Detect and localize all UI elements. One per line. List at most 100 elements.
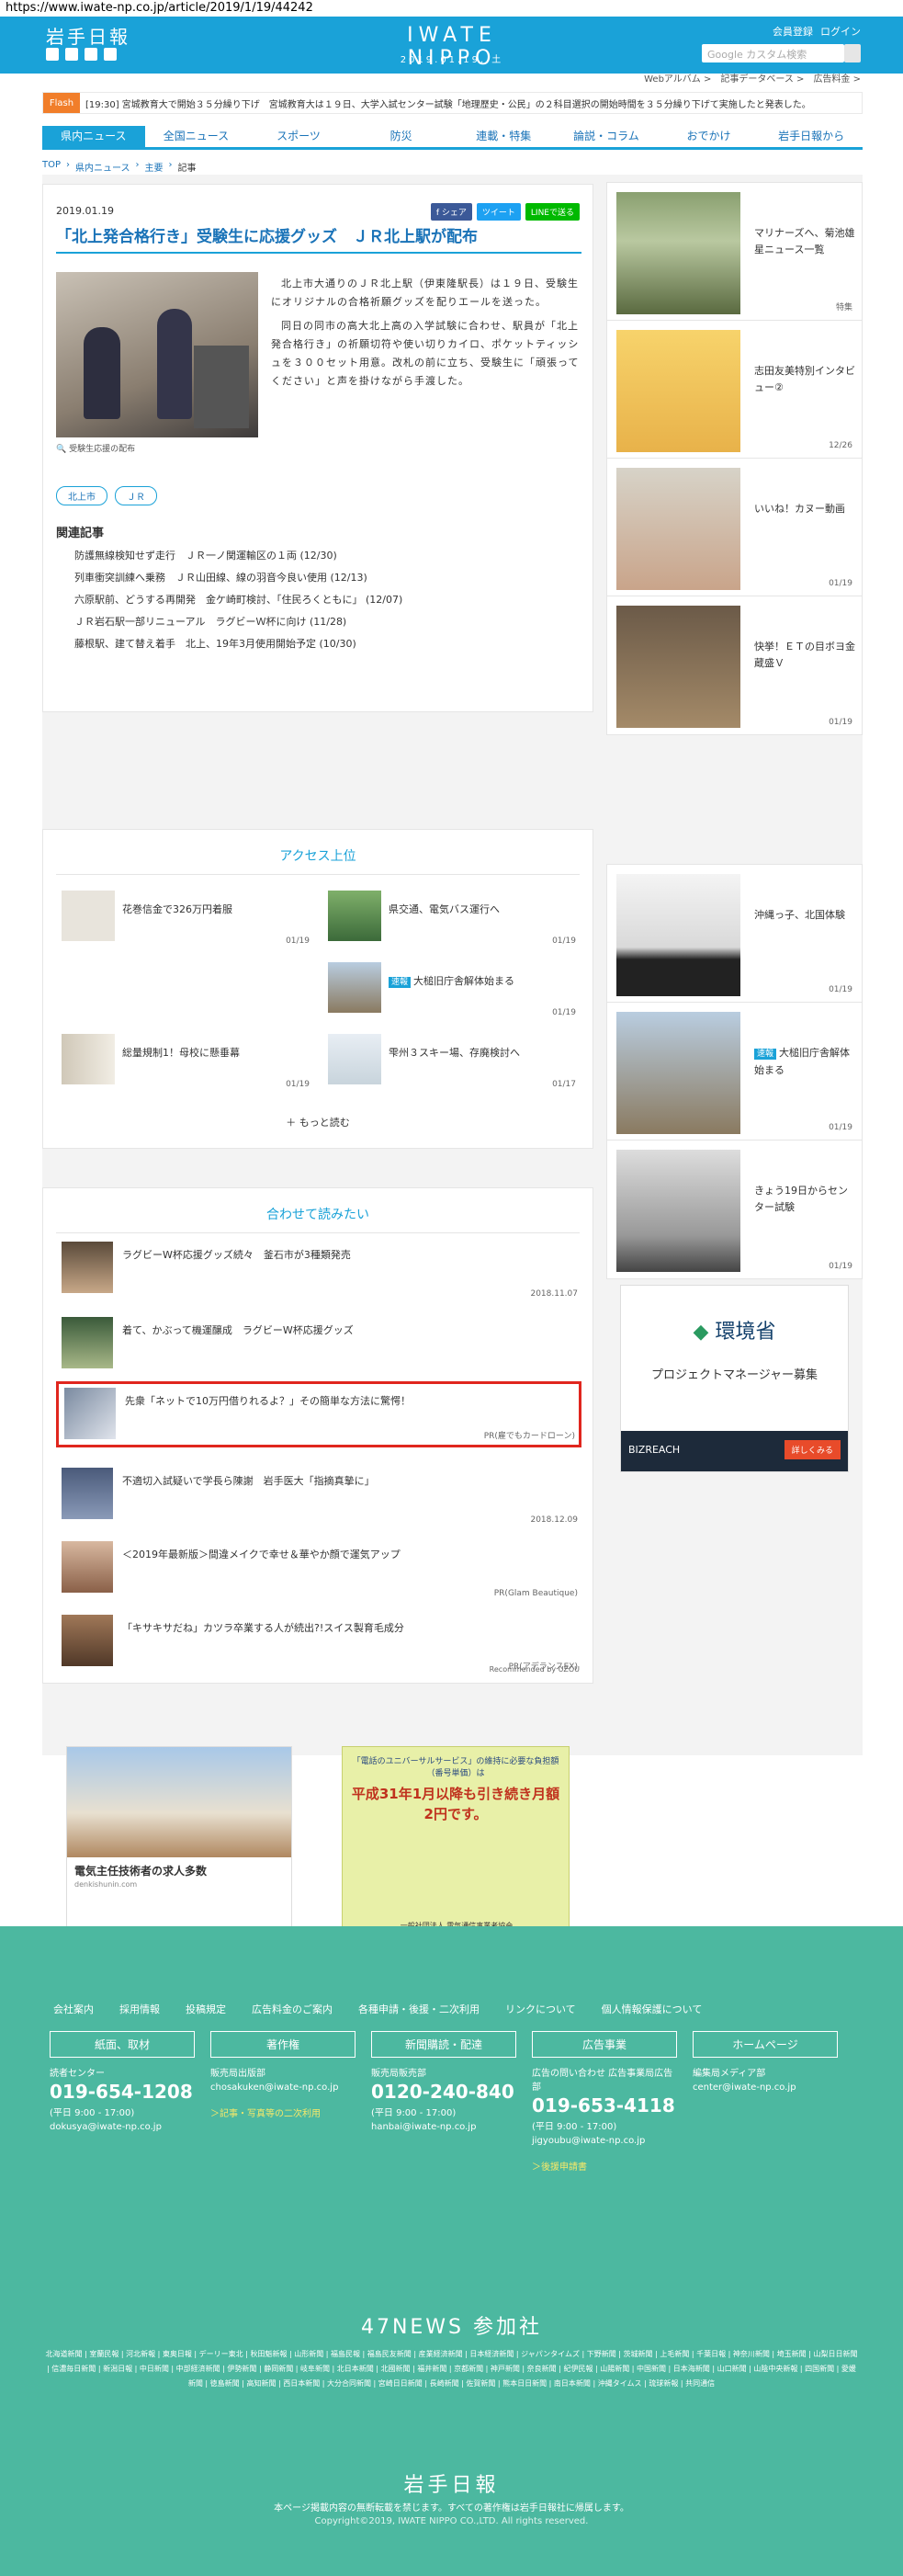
facebook-share-button[interactable]: f シェア xyxy=(430,203,472,221)
twitter-icon[interactable] xyxy=(46,48,59,61)
footer-col-reader: 紙面、取材 読者センター 019-654-1208 (平日 9:00 - 17:… xyxy=(50,2031,195,2132)
footer-link[interactable]: 広告料金のご案内 xyxy=(252,2002,333,2016)
footer-col-homepage: ホームページ 編集局メディア部 center@iwate-np.co.jp xyxy=(693,2031,838,2093)
article-photo[interactable] xyxy=(56,272,258,437)
tag-jr[interactable]: ＪＲ xyxy=(115,486,157,505)
footer-link[interactable]: 個人情報保護について xyxy=(602,2002,703,2016)
breadcrumb-top[interactable]: TOP xyxy=(42,160,61,174)
facebook-icon[interactable] xyxy=(65,48,78,61)
breadcrumb-prefecture[interactable]: 県内ニュース xyxy=(75,160,130,174)
nav-disaster[interactable]: 防災 xyxy=(350,126,453,147)
ranking-item[interactable]: 総量規制1！母校に懸垂幕 01/19 xyxy=(62,1034,310,1089)
article-db-link[interactable]: 記事データベース > xyxy=(720,74,804,86)
related-list: 防護無線検知せず走行 ＪＲ一ノ関運輸区の１両 (12/30) 列車衝突訓練へ乗務… xyxy=(74,545,402,655)
footer-link[interactable]: 投稿規定 xyxy=(186,2002,226,2016)
ranking-item[interactable]: 雫州３スキー場、存廃検討へ 01/17 xyxy=(328,1034,576,1089)
email-link[interactable]: jigyoubu@iwate-np.co.jp xyxy=(532,2136,677,2146)
related-item[interactable]: 防護無線検知せず走行 ＪＲ一ノ関運輸区の１両 (12/30) xyxy=(74,545,402,567)
related-item[interactable]: 藤根駅、建て替え着手 北上、19年3月使用開始予定 (10/30) xyxy=(74,633,402,655)
header-date: 2019.01.19. 土 xyxy=(400,55,504,65)
phone-number[interactable]: 0120-240-840 xyxy=(371,2081,516,2103)
instagram-icon[interactable] xyxy=(104,48,117,61)
line-share-button[interactable]: LINEで送る xyxy=(525,203,580,221)
footer-col-advertising: 広告事業 広告の問い合わせ 広告事業局広告部 019-653-4118 (平日 … xyxy=(532,2031,677,2173)
47news-title: 47NEWS 参加社 xyxy=(360,2316,543,2339)
youtube-icon[interactable] xyxy=(85,48,97,61)
sidebar-news-item[interactable]: 速報 大槌旧庁舎解体始まる 01/19 xyxy=(607,1003,862,1140)
footer-links: 会社案内 採用情報 投稿規定 広告料金のご案内 各種申請・後援・二次利用 リンク… xyxy=(53,2002,702,2016)
url-bar[interactable]: https://www.iwate-np.co.jp/article/2019/… xyxy=(0,0,903,17)
sns-icons xyxy=(46,48,117,61)
sidebar-feature[interactable]: マリナーズへ、菊池雄星ニュース一覧 特集 xyxy=(607,183,862,321)
article-paragraph: 北上市大通りのＪＲ北上駅（伊東隆駅長）は１９日、受験生にオリジナルの合格祈願グッ… xyxy=(271,278,579,308)
web-album-link[interactable]: Webアルバム > xyxy=(644,74,711,86)
search-button[interactable] xyxy=(844,44,861,62)
sidebar-feature[interactable]: いいね！カヌー動画 01/19 xyxy=(607,459,862,596)
register-link[interactable]: 会員登録 xyxy=(773,24,813,39)
access-ranking: アクセス上位 花巻信金で326万円着服 01/19 県交通、電気バス運行へ 01… xyxy=(42,829,593,1149)
flash-label: Flash xyxy=(43,93,80,113)
copyright-note: 本ページ掲載内容の無断転載を禁じます。すべての著作権は岩手日報社に帰属します。 xyxy=(274,2503,629,2514)
article-tags: 北上市 ＪＲ xyxy=(56,486,157,505)
site-logo[interactable]: 岩手日報 xyxy=(46,22,130,49)
sidebar-feature[interactable]: 快挙！ＥＴの目ボヨ金蔵盛Ｖ 01/19 xyxy=(607,596,862,734)
email-link[interactable]: dokusya@iwate-np.co.jp xyxy=(50,2122,195,2132)
site-footer: 会社案内 採用情報 投稿規定 広告料金のご案内 各種申請・後援・二次利用 リンク… xyxy=(0,1926,903,2576)
footer-link[interactable]: 採用情報 xyxy=(119,2002,160,2016)
tag-kitakami[interactable]: 北上市 xyxy=(56,486,107,505)
recommend-item[interactable]: ＜2019年最新版＞間違メイクで幸せ＆華やか顔で運気アップ PR(Glam Be… xyxy=(56,1538,581,1602)
nav-national-news[interactable]: 全国ニュース xyxy=(145,126,248,147)
email-link[interactable]: chosakuken@iwate-np.co.jp xyxy=(210,2082,356,2093)
nav-outing[interactable]: おでかけ xyxy=(658,126,761,147)
nav-column[interactable]: 論説・コラム xyxy=(555,126,658,147)
recommend-item[interactable]: ラグビーW杯応援グッズ続々 釜石市が3種類発売 2018.11.07 xyxy=(56,1238,581,1302)
env-ministry-ad[interactable]: ◆ 環境省 プロジェクトマネージャー募集 BIZREACH 詳しくみる xyxy=(620,1285,849,1472)
job-ad[interactable]: 電気主任技術者の求人多数 denkishunin.com xyxy=(66,1746,292,1934)
more-button[interactable]: ＋ もっと読む xyxy=(43,1115,593,1129)
sidebar-news-item[interactable]: 沖縄っ子、北国体験 01/19 xyxy=(607,865,862,1003)
nav-sports[interactable]: スポーツ xyxy=(247,126,350,147)
flash-news-bar[interactable]: Flash [19:30] 宮城教育大で開始３５分繰り下げ 宮城教育大は１９日、… xyxy=(42,92,863,114)
breadcrumb-main[interactable]: 主要 xyxy=(145,160,164,174)
sidebar-news-item[interactable]: きょう19日からセンター試験 01/19 xyxy=(607,1140,862,1278)
recommend-ad-item[interactable]: 先衆「ネットで10万円借りれるよ？」その簡単な方法に驚愕！ PR(雇でもカードロ… xyxy=(56,1381,581,1447)
nav-series[interactable]: 連載・特集 xyxy=(453,126,556,147)
footer-link[interactable]: 各種申請・後援・二次利用 xyxy=(358,2002,480,2016)
reuse-link[interactable]: ＞記事・写真等の二次利用 xyxy=(210,2105,356,2119)
footer-logo[interactable]: 岩手日報 xyxy=(0,2468,903,2498)
footer-col-subscription: 新聞購読・配達 販売局販売部 0120-240-840 (平日 9:00 - 1… xyxy=(371,2031,516,2132)
ranking-item[interactable]: 速報 大槌旧庁舎解体始まる 01/19 xyxy=(328,962,576,1017)
recommend-item[interactable]: 不適切入試疑いで学長ら陳謝 岩手医大「指摘真摯に」 2018.12.09 xyxy=(56,1464,581,1528)
breadcrumb: TOP › 県内ニュース › 主要 › 記事 xyxy=(42,160,197,174)
article-paragraph: 同日の同市の高大北上高の入学試験に合わせ、駅員が「北上発合格行き」の祈願切符や使… xyxy=(271,320,580,387)
feature-thumb xyxy=(616,606,740,728)
sponsor-link[interactable]: ＞後援申請書 xyxy=(532,2159,677,2173)
ranking-item[interactable]: 花巻信金で326万円着服 01/19 xyxy=(62,891,310,946)
site-header: 岩手日報 IWATE NIPPO 2019.01.19. 土 会員登録 ログイン… xyxy=(0,17,903,74)
search-input[interactable]: Google カスタム検索 xyxy=(702,44,844,62)
related-item[interactable]: ＪＲ岩石駅一部リニューアル ラグビーＷ杯に向け (11/28) xyxy=(74,611,402,633)
nav-from-nippo[interactable]: 岩手日報から xyxy=(760,126,863,147)
recommend-item[interactable]: 着て、かぶって機運醸成 ラグビーW杯応援グッズ xyxy=(56,1313,581,1378)
article-card: 2019.01.19 f シェア ツイート LINEで送る 「北上発合格行き」受… xyxy=(42,184,593,712)
phone-number[interactable]: 019-653-4118 xyxy=(532,2094,677,2116)
phone-number[interactable]: 019-654-1208 xyxy=(50,2081,195,2103)
tweet-button[interactable]: ツイート xyxy=(476,203,521,221)
email-link[interactable]: hanbai@iwate-np.co.jp xyxy=(371,2122,516,2132)
recommend-section: 合わせて読みたい ラグビーW杯応援グッズ続々 釜石市が3種類発売 2018.11… xyxy=(42,1187,593,1684)
login-link[interactable]: ログイン xyxy=(820,24,861,39)
feature-thumb xyxy=(616,330,740,452)
sidebar-feature[interactable]: 志田友美特別インタビュー② 12/26 xyxy=(607,321,862,459)
ad-rate-link[interactable]: 広告料金 > xyxy=(813,74,861,86)
ranking-item[interactable]: 県交通、電気バス運行へ 01/19 xyxy=(328,891,576,946)
related-item[interactable]: 六原駅前、どうする再開発 金ケ崎町検討、「住民ろくともに」 (12/07) xyxy=(74,589,402,611)
universal-service-ad[interactable]: 「電話のユニバーサルサービス」の維持に必要な負担額（番号単価）は 平成31年1月… xyxy=(342,1746,570,1939)
sidebar-features: マリナーズへ、菊池雄星ニュース一覧 特集 志田友美特別インタビュー② 12/26… xyxy=(606,182,863,735)
footer-link[interactable]: 会社案内 xyxy=(53,2002,94,2016)
email-link[interactable]: center@iwate-np.co.jp xyxy=(693,2082,838,2093)
footer-link[interactable]: リンクについて xyxy=(505,2002,576,2016)
flash-text[interactable]: [19:30] 宮城教育大で開始３５分繰り下げ 宮城教育大は１９日、大学入試セン… xyxy=(85,96,811,110)
nav-prefecture-news[interactable]: 県内ニュース xyxy=(42,126,145,147)
related-item[interactable]: 列車衝突訓練へ乗務 ＪＲ山田線、線の羽音今良い使用 (12/13) xyxy=(74,567,402,589)
partner-newspapers[interactable]: 北海道新聞 | 室蘭民報 | 河北新報 | 東奥日報 | デーリー東北 | 秋田… xyxy=(44,2347,859,2391)
